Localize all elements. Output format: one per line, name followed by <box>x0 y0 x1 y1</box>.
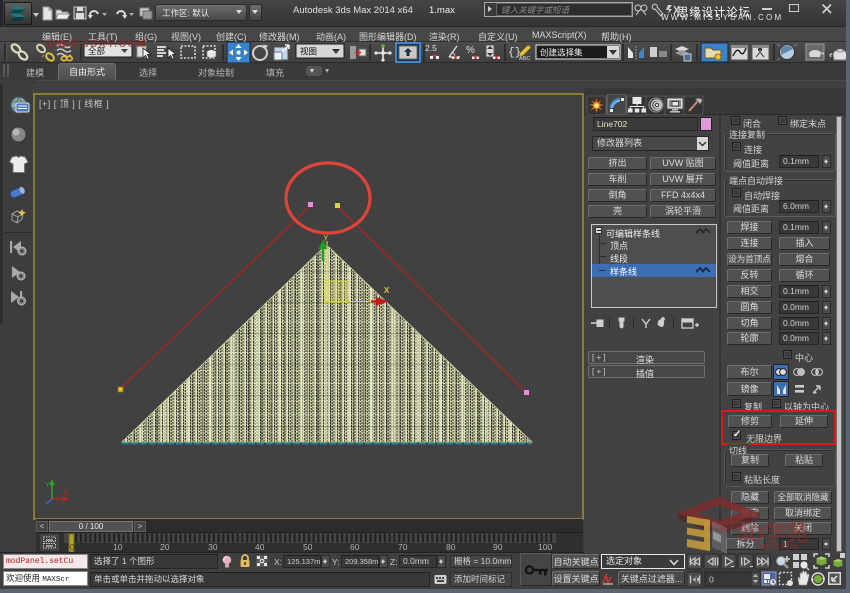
svg-text:Y: Y <box>45 482 50 489</box>
svg-text:ABC: ABC <box>519 56 530 62</box>
svg-text:%: % <box>466 45 475 56</box>
svg-text:90: 90 <box>493 542 503 552</box>
svg-text:40: 40 <box>255 542 265 552</box>
svg-text:60: 60 <box>350 542 360 552</box>
svg-text:X: X <box>384 286 390 295</box>
svg-text:100: 100 <box>538 542 552 552</box>
svg-text:视图: 视图 <box>300 47 317 57</box>
svg-text:70: 70 <box>398 542 408 552</box>
svg-text:30: 30 <box>208 542 218 552</box>
svg-text:0: 0 <box>70 542 75 552</box>
svg-text:50: 50 <box>303 542 313 552</box>
svg-text:20: 20 <box>160 542 170 552</box>
svg-text:10: 10 <box>113 542 123 552</box>
svg-text:80: 80 <box>446 542 456 552</box>
svg-text:X: X <box>63 490 68 497</box>
svg-text:3DXY.COM: 3DXY.COM <box>759 542 797 551</box>
svg-text:创建选择集: 创建选择集 <box>540 48 583 58</box>
svg-text:y: y <box>324 232 328 241</box>
svg-text:2.5: 2.5 <box>425 43 437 53</box>
